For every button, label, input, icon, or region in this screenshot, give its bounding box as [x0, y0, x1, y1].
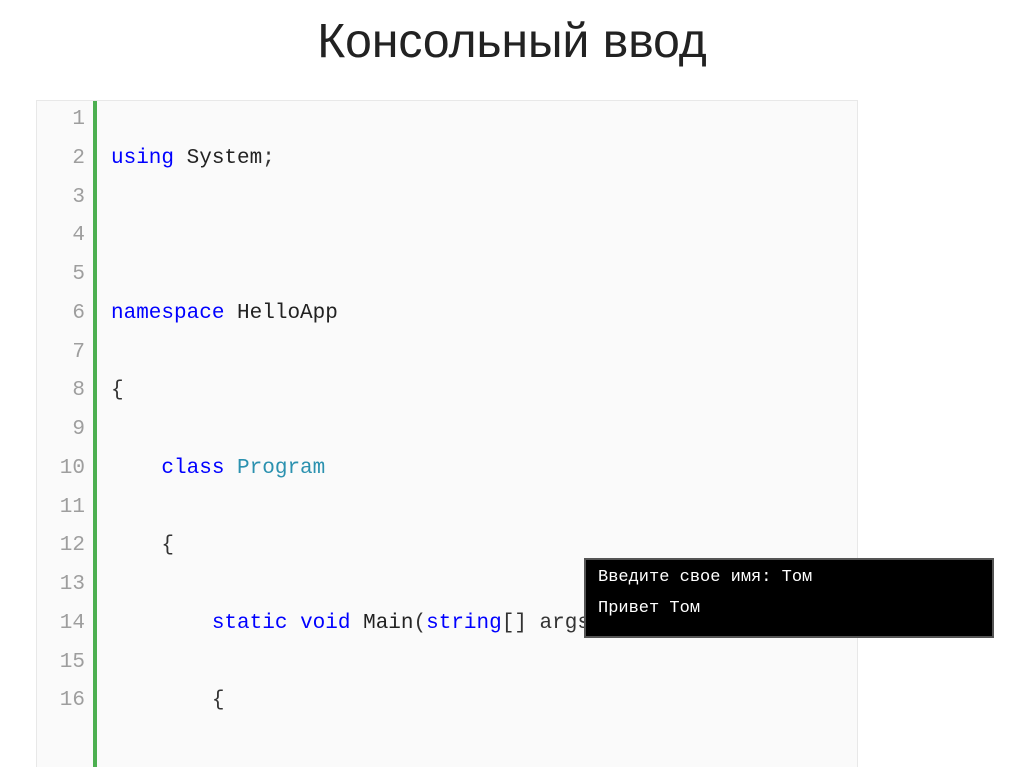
code-line — [111, 217, 716, 256]
console-output: Введите свое имя: Том Привет Том — [584, 558, 994, 638]
line-number: 11 — [37, 489, 85, 528]
line-number: 4 — [37, 217, 85, 256]
console-line: Привет Том — [598, 599, 980, 618]
code-content: using System; namespace HelloApp { class… — [97, 101, 716, 767]
code-block: 1 2 3 4 5 6 7 8 9 10 11 12 13 14 15 16 u… — [36, 100, 858, 767]
line-number: 13 — [37, 566, 85, 605]
code-line: { — [111, 372, 716, 411]
line-number: 16 — [37, 682, 85, 721]
code-line: namespace HelloApp — [111, 295, 716, 334]
line-number: 15 — [37, 644, 85, 683]
line-number: 5 — [37, 256, 85, 295]
line-number: 10 — [37, 450, 85, 489]
line-number: 2 — [37, 140, 85, 179]
code-line: Console.Write("Введите свое имя: "); — [111, 760, 716, 767]
line-number: 6 — [37, 295, 85, 334]
line-number: 3 — [37, 179, 85, 218]
slide-title: Консольный ввод — [0, 0, 1024, 79]
code-line: class Program — [111, 450, 716, 489]
line-number: 9 — [37, 411, 85, 450]
code-line: { — [111, 682, 716, 721]
line-number: 14 — [37, 605, 85, 644]
line-number: 12 — [37, 527, 85, 566]
line-number-gutter: 1 2 3 4 5 6 7 8 9 10 11 12 13 14 15 16 — [37, 101, 93, 767]
slide: Консольный ввод 1 2 3 4 5 6 7 8 9 10 11 … — [0, 0, 1024, 767]
console-line: Введите свое имя: Том — [598, 568, 980, 587]
line-number: 7 — [37, 334, 85, 373]
line-number: 1 — [37, 101, 85, 140]
code-line: using System; — [111, 140, 716, 179]
line-number: 8 — [37, 372, 85, 411]
